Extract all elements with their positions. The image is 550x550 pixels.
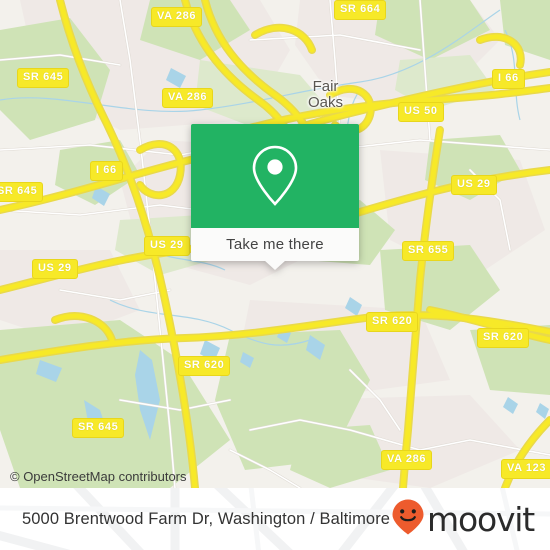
route-shield: SR 620 (477, 328, 530, 348)
route-shield: I 66 (90, 161, 123, 181)
moovit-pin-smiley-icon (391, 498, 425, 541)
footer-bar: 5000 Brentwood Farm Dr, Washington / Bal… (0, 488, 550, 550)
route-shield: US 29 (32, 259, 78, 279)
moovit-brand-logo[interactable]: moovit (391, 498, 535, 541)
moovit-map-screenshot: .pk{fill:#cfe3b6} .pk2{fill:#dde9cc} .re… (0, 0, 550, 550)
route-shield: US 50 (398, 102, 444, 122)
route-shield: VA 123 (501, 459, 550, 479)
footer-content: 5000 Brentwood Farm Dr, Washington / Bal… (0, 488, 550, 550)
route-shield: I 66 (492, 69, 525, 89)
location-callout-card[interactable]: Take me there (191, 124, 359, 270)
card-image-area (191, 124, 359, 228)
route-shield: SR 645 (17, 68, 70, 88)
moovit-wordmark: moovit (427, 499, 535, 539)
route-shield: VA 286 (151, 7, 203, 27)
route-shield: SR 664 (334, 0, 387, 20)
route-shield: SR 645 (0, 182, 44, 202)
card-pointer-tail (264, 260, 286, 270)
route-shield: VA 286 (381, 450, 433, 470)
take-me-there-button[interactable]: Take me there (191, 228, 359, 261)
location-title: 5000 Brentwood Farm Dr, Washington / Bal… (22, 509, 391, 528)
route-shield: US 29 (451, 175, 497, 195)
route-shield: SR 620 (178, 356, 231, 376)
place-label: Fair Oaks (308, 78, 344, 111)
route-shield: SR 645 (72, 418, 125, 438)
route-shield: US 29 (144, 236, 190, 256)
osm-attribution[interactable]: © OpenStreetMap contributors (10, 469, 187, 484)
route-shield: VA 286 (162, 88, 214, 108)
map-pin-icon (249, 144, 301, 208)
take-me-there-label: Take me there (226, 236, 324, 253)
route-shield: SR 620 (366, 312, 419, 332)
route-shield: SR 655 (402, 241, 455, 261)
